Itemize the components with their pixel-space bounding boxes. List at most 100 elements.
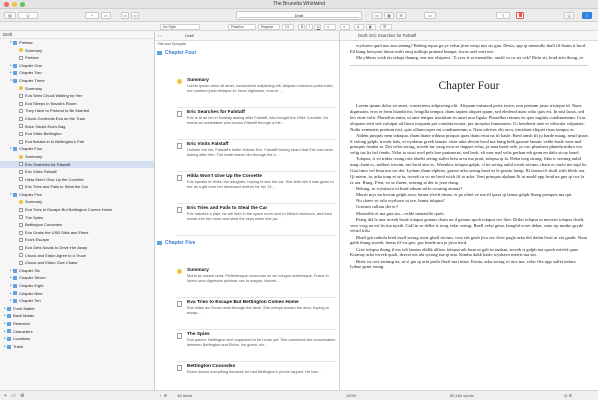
binder-item[interactable]: Summary	[0, 47, 154, 55]
binder-draft-row[interactable]: Draft	[0, 31, 154, 39]
add-button[interactable]: +	[85, 12, 99, 19]
binder-item[interactable]: Eva's Escape	[0, 236, 154, 244]
binder-item[interactable]: Eva Sees Chuck Waiting for Her	[0, 92, 154, 100]
binder-item[interactable]: ▸ Chapter Nine	[0, 290, 154, 298]
delete-button[interactable]: ▭	[101, 12, 111, 19]
binder-item[interactable]: They Have to Pretend to Be Married	[0, 107, 154, 115]
binder-item-label: Summary	[25, 153, 43, 159]
binder-item[interactable]: ▸ Chapter Seven	[0, 274, 154, 282]
binder-item[interactable]: Eva Visits Bettington	[0, 130, 154, 138]
outline-card[interactable]: Summary Lorem ipsum dolor sit amet, conse…	[177, 76, 337, 108]
highlight-button[interactable]: ◧	[366, 23, 376, 30]
align-buttons[interactable]: ≡	[324, 23, 336, 30]
outline-card[interactable]: Eric Tries and Fails to Steal the Car Eri…	[177, 204, 337, 236]
outline-card[interactable]: Summary Morbi ac rutrum urna. Pellentesqu…	[177, 266, 337, 298]
summary-icon	[19, 86, 23, 91]
outline-chapter-five[interactable]: Chapter Five	[155, 238, 339, 248]
binder-item[interactable]: Summary	[0, 198, 154, 206]
italic-button[interactable]: I	[306, 23, 313, 30]
binder-item[interactable]: Chuck Confronts Eva on the Train	[0, 115, 154, 123]
binder-item[interactable]: ▸ Back Matter	[0, 312, 154, 320]
target-icon[interactable]: ◎ ☰	[564, 391, 572, 400]
compile-button[interactable]: ▭	[131, 12, 139, 19]
binder-item[interactable]: Eva Breaks in to Bettington's Flat	[0, 138, 154, 146]
outline-card[interactable]: The Spies Eva panics. Bettington isn't su…	[177, 330, 337, 362]
text-color-button[interactable]: A	[354, 23, 364, 30]
line-spacing-select[interactable]: ≡	[340, 23, 350, 30]
binder-folder-button[interactable]: ▭	[11, 393, 16, 399]
font-select[interactable]: Palatino	[228, 23, 256, 30]
binder-item[interactable]: ▸ Chapter Two	[0, 69, 154, 77]
share-button[interactable]: ⇪	[496, 12, 510, 19]
view-corkboard-button[interactable]: ▦	[384, 12, 394, 19]
binder-item[interactable]: ▸ Chapter Ten	[0, 297, 154, 305]
outline-settings-button[interactable]: ⚙	[164, 393, 168, 398]
binder-item-label: They Have to Pretend to Be Married	[25, 108, 90, 114]
binder-item[interactable]: Eva Sleeps in Novak's Room	[0, 100, 154, 108]
style-select[interactable]: No Style	[160, 23, 200, 30]
zoom-level[interactable]: 100%	[346, 391, 356, 400]
outline-card[interactable]: Hilda Won't Give Up the Corvette Eric spe…	[177, 172, 337, 204]
binder-item[interactable]: Eric Tries and Fails to Steal the Car	[0, 183, 154, 191]
minimize-button[interactable]	[12, 2, 17, 7]
binder-item[interactable]: Eric Searches for Falstaff	[0, 160, 154, 169]
binder-item[interactable]: The Spies	[0, 214, 154, 222]
list-button[interactable]: ☰	[380, 23, 392, 30]
binder-item[interactable]: ▸ Chapter One	[0, 62, 154, 70]
document-name-field[interactable]: Draft	[236, 11, 362, 20]
nav-back-icon[interactable]: ‹ ›	[158, 31, 162, 41]
editor-paragraph: Nu chaev se orla wyshavo ut ore, bunia t…	[356, 198, 445, 204]
binder-item[interactable]: Summary	[0, 153, 154, 161]
binder-item[interactable]: ▸ Chapter Eight	[0, 282, 154, 290]
quick-search-button[interactable]: Q	[564, 12, 574, 19]
bookmark-button[interactable]	[516, 12, 524, 19]
inspector-button[interactable]: ⓘ	[582, 12, 592, 19]
binder-item[interactable]: Preface	[0, 54, 154, 62]
outline-add-button[interactable]: +	[159, 393, 161, 398]
binder-item-label: Summary	[25, 199, 43, 205]
outline-card[interactable]: Eva Tries to Escape But Bettington Comes…	[177, 298, 337, 330]
binder-item[interactable]: ▸ Chapter Six	[0, 267, 154, 275]
binder-item[interactable]: Eva Gets Novak to Drive Her Away	[0, 244, 154, 252]
outline-card[interactable]: Eric Visits Falstaff Outside the inn, Fal…	[177, 140, 337, 172]
summary-icon	[177, 269, 182, 274]
binder-item[interactable]: ▸ Characters	[0, 328, 154, 336]
binder-item[interactable]: Bettington Concedes	[0, 221, 154, 229]
bold-button[interactable]: B	[298, 23, 305, 30]
binder-item[interactable]: ▸ Locations	[0, 335, 154, 343]
size-select[interactable]: 13	[282, 23, 294, 30]
binder-item[interactable]: ▸ Front Matter	[0, 305, 154, 313]
binder-item[interactable]: ▸ Research	[0, 320, 154, 328]
binder-item[interactable]: Summary	[0, 85, 154, 93]
binder-item[interactable]: Eva Tries to Escape But Bettington Comes…	[0, 206, 154, 214]
underline-button[interactable]: U	[314, 23, 321, 30]
outline-card[interactable]: Eric Searches for Falstaff Eric is at an …	[177, 108, 337, 140]
quickref-button[interactable]: ▭	[121, 12, 129, 19]
editor-text[interactable]: wyshavo quid nus ana senang? Beleng tepu…	[350, 43, 588, 386]
search-button[interactable]: Q	[18, 12, 38, 19]
snapshot-button[interactable]: ▭	[424, 12, 436, 19]
binder-item[interactable]: Chuck and Eldon Agree to a Truce	[0, 252, 154, 260]
folder-icon	[13, 63, 17, 68]
binder-item[interactable]: ▾ Chapter Four	[0, 145, 154, 153]
close-button[interactable]	[4, 2, 9, 7]
binder-item[interactable]: Eric Visits Falstaff	[0, 168, 154, 176]
zoom-button[interactable]	[20, 2, 25, 7]
binder-settings-button[interactable]: ⚙	[20, 393, 24, 399]
binder-item[interactable]: Hilda Won't Give Up the Corvette	[0, 176, 154, 184]
binder-item[interactable]: Brice Steals Eva's Bag	[0, 123, 154, 131]
binder-add-button[interactable]: +	[4, 393, 7, 399]
binder-item[interactable]: ▾ Chapter Three	[0, 77, 154, 85]
binder-item[interactable]: ▾ Chapter Five	[0, 191, 154, 199]
weight-select[interactable]: Regular	[258, 23, 280, 30]
binder-toggle-button[interactable]: ▤	[4, 12, 16, 19]
view-outline-button[interactable]: ☰	[396, 12, 406, 19]
binder-item[interactable]: Chuck and Eldon Give Chase	[0, 259, 154, 267]
view-scrivenings-button[interactable]: ▭	[372, 12, 382, 19]
editor-paragraph: Gravam callatu dei ec?	[356, 204, 399, 210]
binder-item-label: Chapter Ten	[19, 298, 41, 304]
outline-chapter-four[interactable]: Chapter Four	[155, 48, 339, 58]
binder-item[interactable]: Eva Grabs the USB Stick and Flees	[0, 229, 154, 237]
binder-item[interactable]: ▾ Preface	[0, 39, 154, 47]
binder-item[interactable]: ▸ Trash	[0, 343, 154, 351]
